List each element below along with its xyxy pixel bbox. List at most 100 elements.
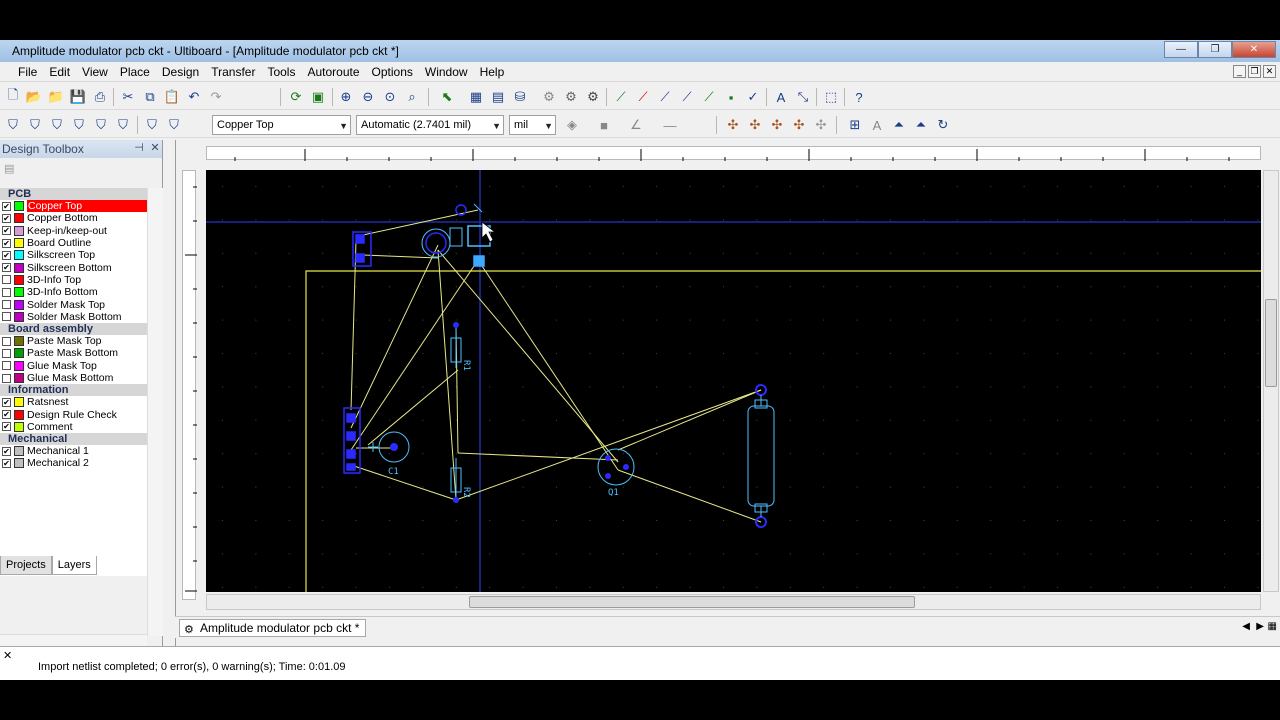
zoom-area-icon[interactable]: ⊙ (381, 88, 399, 106)
flip-horizontal-icon[interactable]: ⏶ (890, 116, 908, 134)
layer-visibility-checkbox[interactable]: ✔ (2, 446, 11, 456)
layer-visibility-checkbox[interactable]: ✔ (2, 458, 11, 468)
menu-place[interactable]: Place (114, 65, 156, 79)
new-file-icon[interactable]: 🗋 (4, 87, 22, 106)
autoroute-selected-icon[interactable]: ✣ (768, 116, 786, 134)
layer-row[interactable]: ✔ Board Outline (0, 237, 147, 249)
layer-visibility-checkbox[interactable] (2, 300, 11, 310)
autoroute-options-icon[interactable]: ✣ (812, 116, 830, 134)
autoroute-start-icon[interactable]: ✣ (724, 116, 742, 134)
layer-visibility-checkbox[interactable] (2, 348, 11, 358)
unit-select[interactable]: mil ▼ (509, 115, 556, 135)
hscroll-thumb[interactable] (469, 596, 915, 608)
menu-transfer[interactable]: Transfer (205, 65, 261, 79)
tab-scroll-right-icon[interactable]: ▶ (1256, 621, 1264, 632)
document-tab[interactable]: ⚙ Amplitude modulator pcb ckt * (179, 619, 367, 637)
filter-part-icon[interactable]: ⛉ (70, 116, 88, 134)
filter-all-icon[interactable]: ⛉ (165, 116, 183, 134)
layer-visibility-checkbox[interactable]: ✔ (2, 213, 11, 223)
ruler-icon[interactable]: ⤡ (794, 88, 812, 106)
flip-vertical-icon[interactable]: ⏶ (912, 116, 930, 134)
menu-design[interactable]: Design (156, 65, 205, 79)
filter-pad-icon[interactable]: ⛉ (92, 116, 110, 134)
layer-row[interactable]: 3D-Info Bottom (0, 286, 147, 298)
layer-row[interactable]: ✔ Copper Top (0, 200, 147, 213)
layer-row[interactable]: ✔ Ratsnest (0, 396, 147, 408)
grid-select[interactable]: Automatic (2.7401 mil) ▼ (356, 115, 504, 135)
layer-visibility-checkbox[interactable] (2, 361, 11, 371)
minimize-button[interactable]: — (1164, 41, 1198, 58)
tab-scroll-left-icon[interactable]: ◀ (1242, 621, 1250, 632)
fill-color-icon[interactable]: ◈ (563, 116, 581, 134)
filter-trace-icon[interactable]: ⛉ (26, 116, 44, 134)
layer-visibility-checkbox[interactable]: ✔ (2, 263, 11, 273)
layer-row[interactable]: Glue Mask Top (0, 360, 147, 372)
component-icon[interactable]: ⚙ (540, 88, 558, 106)
fill-pattern-icon[interactable]: ■ (595, 116, 613, 134)
help-icon[interactable]: ? (850, 88, 868, 106)
open-folder-icon[interactable]: 📂 (25, 88, 43, 106)
part-icon[interactable]: ⚙ (562, 88, 580, 106)
layer-row[interactable]: ✔ Silkscreen Bottom (0, 261, 147, 274)
select-area-icon[interactable]: ⬚ (822, 88, 840, 106)
doc-restore-button[interactable]: ❐ (1248, 65, 1261, 78)
menu-view[interactable]: View (76, 65, 114, 79)
canvas-hscroll[interactable] (206, 594, 1261, 610)
layer-row[interactable]: ✔ Copper Bottom (0, 212, 147, 224)
grid-icon[interactable]: ▤ (489, 88, 507, 106)
menu-tools[interactable]: Tools (261, 65, 301, 79)
autoroute-stop-icon[interactable]: ✣ (746, 116, 764, 134)
copper-area-icon[interactable]: ▪ (722, 88, 740, 106)
trace-icon[interactable]: ⟋ (634, 88, 652, 106)
paste-icon[interactable]: 📋 (163, 88, 181, 106)
layer-visibility-checkbox[interactable] (2, 312, 11, 322)
layer-row[interactable]: ✔ Mechanical 2 (0, 457, 147, 469)
bus-icon[interactable]: ⟋ (700, 88, 718, 106)
layer-row[interactable]: 3D-Info Top (0, 274, 147, 286)
layer-visibility-checkbox[interactable] (2, 287, 11, 297)
refresh-icon[interactable]: ⟳ (287, 88, 305, 106)
layer-visibility-checkbox[interactable] (2, 275, 11, 285)
menu-help[interactable]: Help (474, 65, 511, 79)
connection-icon[interactable]: ⟋ (678, 88, 696, 106)
layer-hscroll[interactable] (0, 634, 147, 646)
copy-icon[interactable]: ⧉ (141, 88, 159, 106)
doc-minimize-button[interactable]: _ (1233, 65, 1246, 78)
layer-row[interactable]: ✔ Mechanical 1 (0, 445, 147, 457)
close-icon[interactable]: ✕ (148, 142, 162, 156)
tab-menu-icon[interactable]: ▦ (1268, 621, 1277, 632)
layer-visibility-checkbox[interactable] (2, 336, 11, 346)
menu-autoroute[interactable]: Autoroute (301, 65, 365, 79)
pcb-canvas[interactable]: R1 R2 C1 Q1 (206, 170, 1261, 592)
vscroll-thumb[interactable] (1265, 299, 1277, 387)
redo-icon[interactable]: ↷ (207, 88, 225, 106)
text-size-icon[interactable]: A (868, 116, 886, 134)
layer-visibility-checkbox[interactable]: ✔ (2, 410, 11, 420)
follow-me-icon[interactable]: ⟋ (656, 88, 674, 106)
layer-row[interactable]: Solder Mask Bottom (0, 311, 147, 323)
toolbox-tool-icon[interactable]: ▤ (4, 162, 14, 175)
undo-icon[interactable]: ↶ (185, 88, 203, 106)
full-screen-icon[interactable]: ▣ (309, 88, 327, 106)
cut-icon[interactable]: ✂ (119, 88, 137, 106)
layer-visibility-checkbox[interactable]: ✔ (2, 397, 11, 407)
layer-row[interactable]: Solder Mask Top (0, 298, 147, 311)
filter-icon[interactable]: ⛉ (4, 116, 22, 134)
open-samples-icon[interactable]: 📁 (47, 88, 65, 106)
layer-row[interactable]: ✔ Silkscreen Top (0, 249, 147, 261)
zoom-in-icon[interactable]: ⊕ (337, 88, 355, 106)
layer-visibility-checkbox[interactable]: ✔ (2, 250, 11, 260)
tab-layers[interactable]: Layers (51, 556, 97, 575)
net-icon[interactable]: ⚙ (584, 88, 602, 106)
tab-projects[interactable]: Projects (0, 556, 52, 575)
spreadsheet-icon[interactable]: ▦ (467, 88, 485, 106)
layer-row[interactable]: Paste Mask Top (0, 335, 147, 347)
layer-visibility-checkbox[interactable] (2, 373, 11, 383)
filter-text-icon[interactable]: ⛉ (143, 116, 161, 134)
rotate-icon[interactable]: ↻ (934, 116, 952, 134)
layer-row[interactable]: ✔ Comment (0, 421, 147, 433)
line-width-icon[interactable]: — (661, 116, 679, 134)
close-button[interactable]: ✕ (1232, 41, 1276, 58)
pin-icon[interactable]: ⊣ (132, 142, 146, 156)
layer-row[interactable]: Glue Mask Bottom (0, 372, 147, 384)
